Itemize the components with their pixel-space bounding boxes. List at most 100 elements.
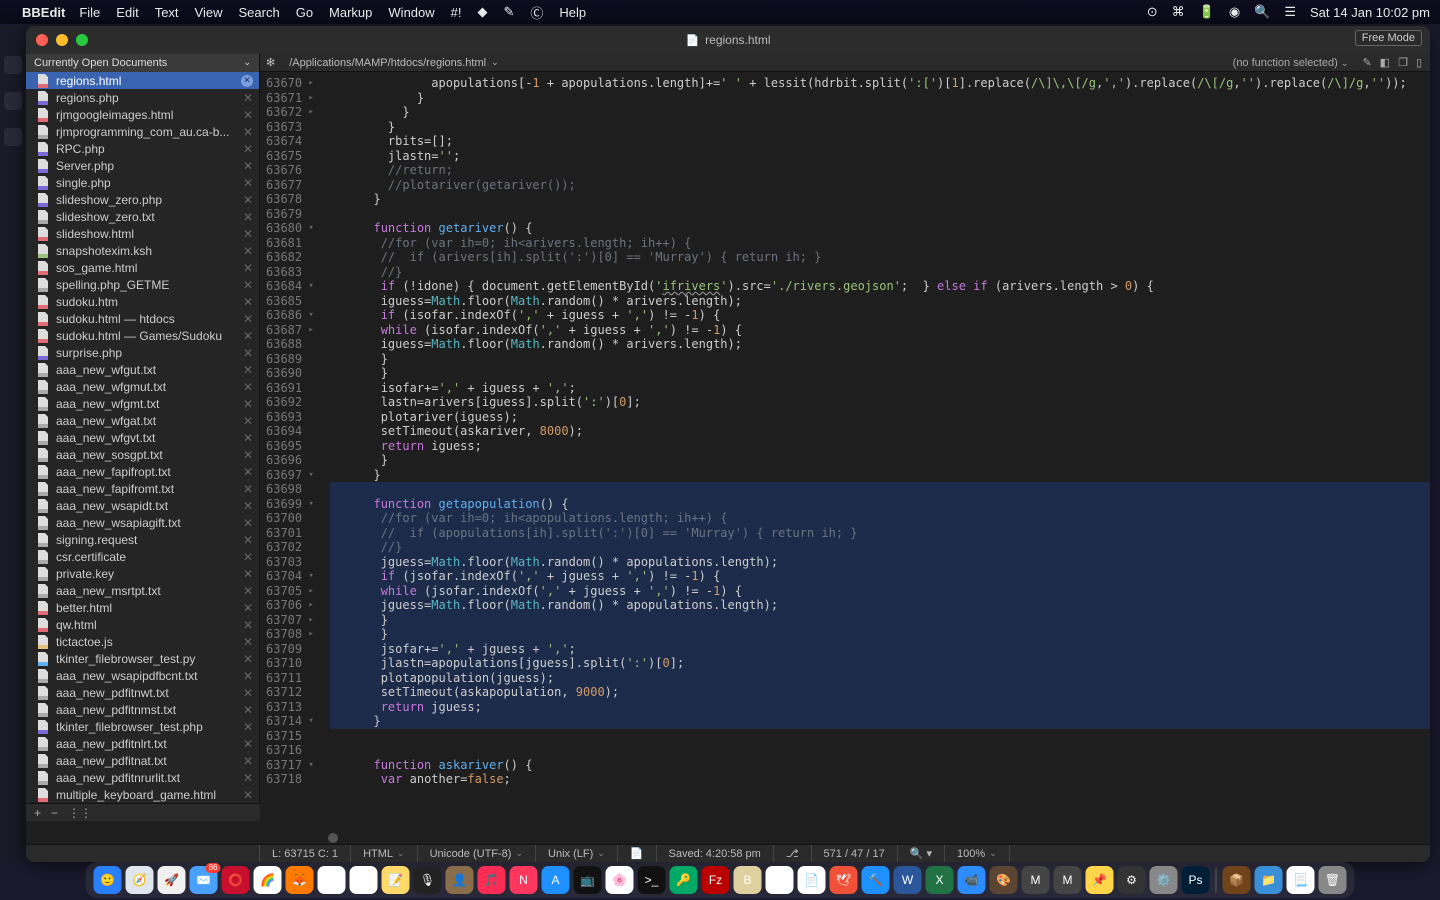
file-item[interactable]: aaa_new_wsapipdfbcnt.txt✕ [26,667,259,684]
dock-gimp[interactable]: 🎨 [990,866,1018,894]
close-file-icon[interactable]: ✕ [243,414,253,428]
file-item[interactable]: sos_game.html✕ [26,259,259,276]
file-item[interactable]: spelling.php_GETME✕ [26,276,259,293]
menu-edit[interactable]: Edit [116,5,138,20]
file-item[interactable]: single.php✕ [26,174,259,191]
file-item[interactable]: aaa_new_wfgat.txt✕ [26,412,259,429]
free-mode-badge[interactable]: Free Mode [1355,30,1422,46]
file-item[interactable]: aaa_new_wfgvt.txt✕ [26,429,259,446]
sidebar-options-icon[interactable]: ⋮⋮ [68,806,92,820]
sidebar-header-chevron-icon[interactable]: ⌄ [243,57,251,68]
close-file-icon[interactable]: ✕ [243,720,253,734]
menu-view[interactable]: View [195,5,223,20]
dock-trash[interactable]: 🗑 [1319,866,1347,894]
menu-help[interactable]: Help [559,5,586,20]
close-file-icon[interactable]: ✕ [243,516,253,530]
file-item[interactable]: snapshotexim.ksh✕ [26,242,259,259]
close-file-icon[interactable]: ✕ [243,108,253,122]
close-file-icon[interactable]: ✕ [243,346,253,360]
dock-box[interactable]: 📦 [1223,866,1251,894]
close-file-icon[interactable]: ✕ [243,142,253,156]
close-file-icon[interactable]: ✕ [243,176,253,190]
file-item[interactable]: RPC.php✕ [26,140,259,157]
close-file-icon[interactable]: ✕ [243,601,253,615]
close-file-icon[interactable]: ✕ [243,329,253,343]
close-file-icon[interactable]: ✕ [243,482,253,496]
file-item[interactable]: aaa_new_msrtpt.txt✕ [26,582,259,599]
code-area[interactable]: apopulations[-1 + apopulations.length]+=… [322,72,1430,844]
play-icon[interactable]: ⊙ [1147,4,1158,20]
dock-onyx[interactable]: ⚙ [1118,866,1146,894]
close-file-icon[interactable]: ✕ [243,210,253,224]
file-item[interactable]: rjmprogramming_com_au.ca-b...✕ [26,123,259,140]
git-icon[interactable]: ⎇ [774,845,812,862]
file-item[interactable]: aaa_new_sosgpt.txt✕ [26,446,259,463]
search-icon-status[interactable]: 🔍 ▾ [898,845,945,862]
close-file-icon[interactable]: ✕ [243,533,253,547]
sidebar-file-list[interactable]: regions.html✕regions.php✕rjmgoogleimages… [26,72,260,803]
menu-markup[interactable]: Markup [329,5,372,20]
file-item[interactable]: tkinter_filebrowser_test.py✕ [26,650,259,667]
file-item[interactable]: regions.php✕ [26,89,259,106]
file-item[interactable]: aaa_new_fapifromt.txt✕ [26,480,259,497]
dock-textedit[interactable]: 📄 [798,866,826,894]
close-file-icon[interactable]: ✕ [243,448,253,462]
dock-stickies[interactable]: 📌 [1086,866,1114,894]
dock-mamp2[interactable]: M [1054,866,1082,894]
remove-file-button[interactable]: − [51,806,58,820]
close-file-icon[interactable]: ✕ [243,91,253,105]
dock-ps[interactable]: Ps [1182,866,1210,894]
dock-reminders[interactable]: ✓ [350,866,378,894]
close-file-icon[interactable]: ✕ [243,261,253,275]
battery-icon[interactable]: 🔋 [1199,4,1215,20]
zoom-level[interactable]: 100% [945,845,1010,862]
file-item[interactable]: sudoku.html — Games/Sudoku✕ [26,327,259,344]
bluetooth-icon[interactable]: ⌘ [1172,4,1185,20]
dock-terminal[interactable]: >_ [638,866,666,894]
close-file-icon[interactable]: ✕ [243,227,253,241]
close-file-icon[interactable]: ✕ [243,244,253,258]
close-file-icon[interactable]: ✕ [243,278,253,292]
file-item[interactable]: signing.request✕ [26,531,259,548]
close-file-icon[interactable]: ✕ [243,618,253,632]
menu-tag-icon[interactable]: ✎ [504,4,515,20]
menu-search[interactable]: Search [239,5,280,20]
dock-bbedit[interactable]: B [734,866,762,894]
encoding-selector[interactable]: Unicode (UTF-8) [418,845,536,862]
close-file-icon[interactable]: ✕ [243,465,253,479]
menu-script-icon[interactable]: ◆ [478,4,488,20]
dock-opera[interactable]: ⭕ [222,866,250,894]
wifi-icon[interactable]: ◉ [1229,4,1240,20]
file-item[interactable]: sudoku.html — htdocs✕ [26,310,259,327]
close-file-icon[interactable]: ✕ [243,193,253,207]
document-icon-status[interactable]: 📄 [618,845,657,862]
file-item[interactable]: rjmgoogleimages.html✕ [26,106,259,123]
file-item[interactable]: Server.php✕ [26,157,259,174]
doc-icon-small[interactable]: ▯ [1416,56,1422,69]
add-file-button[interactable]: + [34,806,41,820]
menu-c-icon[interactable]: Ⓒ [530,3,543,22]
dock-tv[interactable]: 📺 [574,866,602,894]
close-file-icon[interactable]: ✕ [243,686,253,700]
menu-file[interactable]: File [79,5,100,20]
close-file-icon[interactable]: ✕ [243,363,253,377]
code-editor[interactable]: 63670▸63671▸63672▸6367363674636756367663… [260,72,1430,844]
sidebar-header[interactable]: Currently Open Documents ⌄ [26,54,260,72]
dock-xcode[interactable]: 🔨 [862,866,890,894]
file-item[interactable]: regions.html✕ [26,72,259,89]
dock-filezilla[interactable]: Fz [702,866,730,894]
close-file-icon[interactable]: ✕ [243,499,253,513]
close-file-icon[interactable]: ✕ [243,380,253,394]
file-item[interactable]: surprise.php✕ [26,344,259,361]
menu-#![interactable]: #! [451,5,462,20]
close-file-icon[interactable]: ✕ [243,703,253,717]
dock-contacts[interactable]: 👤 [446,866,474,894]
close-file-icon[interactable]: ✕ [243,754,253,768]
language-selector[interactable]: HTML [351,845,418,862]
dock-launches[interactable]: 🚀 [158,866,186,894]
close-file-icon[interactable]: ✕ [243,550,253,564]
dock-dashlane[interactable]: 🔑 [670,866,698,894]
dock-folder[interactable]: 📁 [1255,866,1283,894]
dock-pages[interactable]: 📃 [1287,866,1315,894]
file-item[interactable]: csr.certificate✕ [26,548,259,565]
